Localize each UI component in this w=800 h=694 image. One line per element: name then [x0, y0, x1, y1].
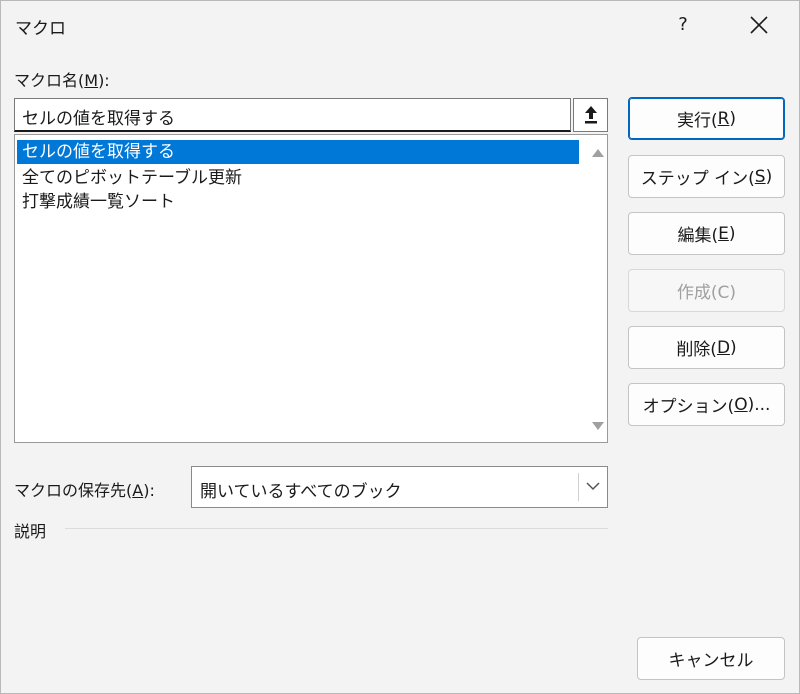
edit-button[interactable]: 編集(E) — [628, 212, 785, 255]
scroll-up-button[interactable] — [591, 146, 605, 160]
chevron-down-icon — [586, 482, 600, 491]
macro-name-label: マクロ名(M): — [14, 71, 110, 90]
run-button[interactable]: 実行(R) — [628, 97, 785, 140]
macro-list-item[interactable]: 全てのピボットテーブル更新 — [17, 166, 579, 190]
dialog-title: マクロ — [15, 19, 66, 39]
select-separator — [578, 473, 579, 501]
cancel-button[interactable]: キャンセル — [637, 637, 785, 680]
scroll-down-button[interactable] — [591, 419, 605, 433]
help-button[interactable]: ? — [665, 7, 701, 43]
macro-list-item[interactable]: 打撃成績一覧ソート — [17, 190, 579, 214]
description-label: 説明 — [14, 522, 47, 541]
scroll-down-icon — [592, 422, 604, 430]
delete-button[interactable]: 削除(D) — [628, 326, 785, 369]
macro-dialog: マクロ ? マクロ名(M): セルの値を取得する セルの値を取得する 全てのピボ… — [0, 0, 800, 694]
store-in-label: マクロの保存先(A): — [14, 481, 155, 500]
create-button[interactable]: 作成(C) — [628, 269, 785, 312]
description-divider — [65, 528, 608, 529]
macro-name-input[interactable]: セルの値を取得する — [14, 98, 571, 132]
macro-list[interactable]: セルの値を取得する 全てのピボットテーブル更新 打撃成績一覧ソート — [14, 134, 608, 443]
store-in-value: 開いているすべてのブック — [200, 482, 402, 502]
upload-arrow-icon — [584, 106, 597, 124]
close-button[interactable] — [737, 7, 781, 43]
close-icon — [750, 16, 768, 34]
scroll-up-icon — [592, 149, 604, 157]
title-bar: マクロ ? — [1, 1, 799, 51]
store-in-select[interactable]: 開いているすべてのブック — [191, 466, 608, 508]
macro-name-arrow-button[interactable] — [573, 98, 608, 132]
help-icon: ? — [678, 14, 688, 35]
step-in-button[interactable]: ステップ イン(S) — [628, 155, 785, 198]
options-button[interactable]: オプション(O)... — [628, 383, 785, 426]
macro-list-item[interactable]: セルの値を取得する — [17, 140, 579, 164]
